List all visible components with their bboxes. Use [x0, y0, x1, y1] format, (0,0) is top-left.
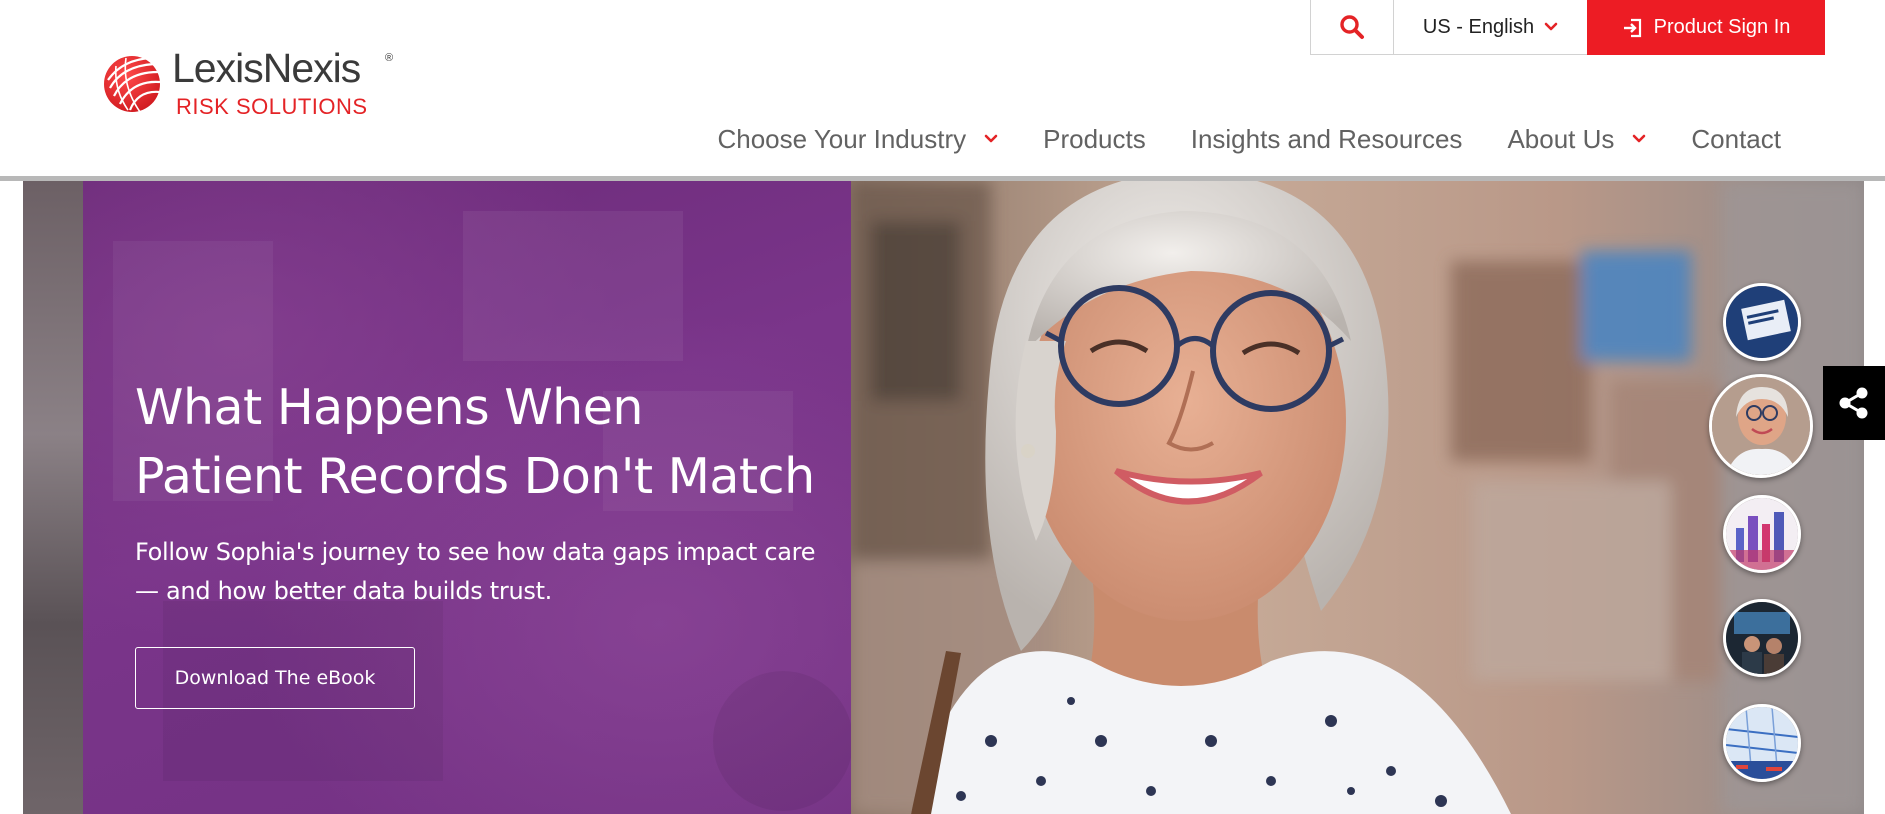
carousel-thumb-2[interactable] — [1709, 374, 1813, 478]
carousel-thumb-4[interactable] — [1723, 599, 1801, 677]
chevron-down-icon — [1633, 134, 1646, 143]
sign-in-arrow-icon — [1623, 18, 1641, 37]
carousel-thumb-3[interactable] — [1723, 495, 1801, 573]
nav-item-label: Contact — [1691, 123, 1781, 154]
utility-bar: US - English Product Sign In — [1310, 0, 1825, 55]
nav-item-label: About Us — [1507, 123, 1615, 154]
digital-network-thumbnail — [1726, 707, 1798, 779]
logo-globe-icon — [104, 56, 161, 113]
nav-item-label: Insights and Resources — [1190, 123, 1463, 154]
nav-item-label: Products — [1043, 123, 1146, 154]
search-button[interactable] — [1310, 0, 1394, 55]
woman-portrait-thumbnail — [1712, 377, 1810, 475]
logo-registered-mark: ® — [385, 52, 394, 64]
sign-in-label: Product Sign In — [1653, 16, 1791, 38]
hero-text-panel: What Happens When Patient Records Don't … — [83, 181, 851, 814]
magnifier-icon — [1340, 15, 1364, 39]
logo-tagline: RISK SOLUTIONS — [176, 94, 368, 119]
nav-item-insights-and-resources[interactable]: Insights and Resources — [1191, 124, 1463, 155]
download-ebook-button[interactable]: Download The eBook — [135, 647, 415, 709]
people-at-screen-thumbnail — [1726, 602, 1798, 674]
chevron-down-icon — [984, 134, 998, 143]
lexisnexis-logo[interactable]: LexisNexis ® RISK SOLUTIONS — [100, 44, 400, 124]
nav-item-label: Choose Your Industry — [717, 123, 967, 154]
share-button[interactable] — [1823, 366, 1885, 440]
product-sign-in-button[interactable]: Product Sign In — [1587, 0, 1825, 55]
nav-item-about-us[interactable]: About Us — [1507, 124, 1646, 155]
photo-illustration — [851, 181, 1864, 814]
chevron-down-icon — [1544, 22, 1558, 31]
language-label: US - English — [1422, 15, 1535, 38]
hero-banner: What Happens When Patient Records Don't … — [23, 181, 1864, 814]
nav-item-products[interactable]: Products — [1043, 124, 1146, 155]
hero-background-edge — [23, 181, 83, 814]
nav-item-choose-your-industry[interactable]: Choose Your Industry — [717, 124, 998, 155]
carousel-thumb-5[interactable] — [1723, 704, 1801, 782]
hero-title: What Happens When Patient Records Don't … — [135, 379, 815, 505]
hero-subtitle: Follow Sophia's journey to see how data … — [135, 538, 816, 605]
logo-wordmark: LexisNexis — [172, 45, 361, 91]
city-lights-thumbnail — [1726, 498, 1798, 570]
ebook-cover-thumbnail — [1726, 286, 1798, 358]
language-selector[interactable]: US - English — [1394, 0, 1587, 55]
share-icon — [1839, 387, 1868, 419]
carousel-thumb-1[interactable] — [1723, 283, 1801, 361]
nav-item-contact[interactable]: Contact — [1691, 124, 1781, 155]
site-header: LexisNexis ® RISK SOLUTIONS US - English… — [0, 0, 1885, 176]
hero-photo-woman-smiling — [851, 181, 1864, 814]
main-nav: Choose Your Industry Products Insights a… — [672, 116, 1781, 162]
